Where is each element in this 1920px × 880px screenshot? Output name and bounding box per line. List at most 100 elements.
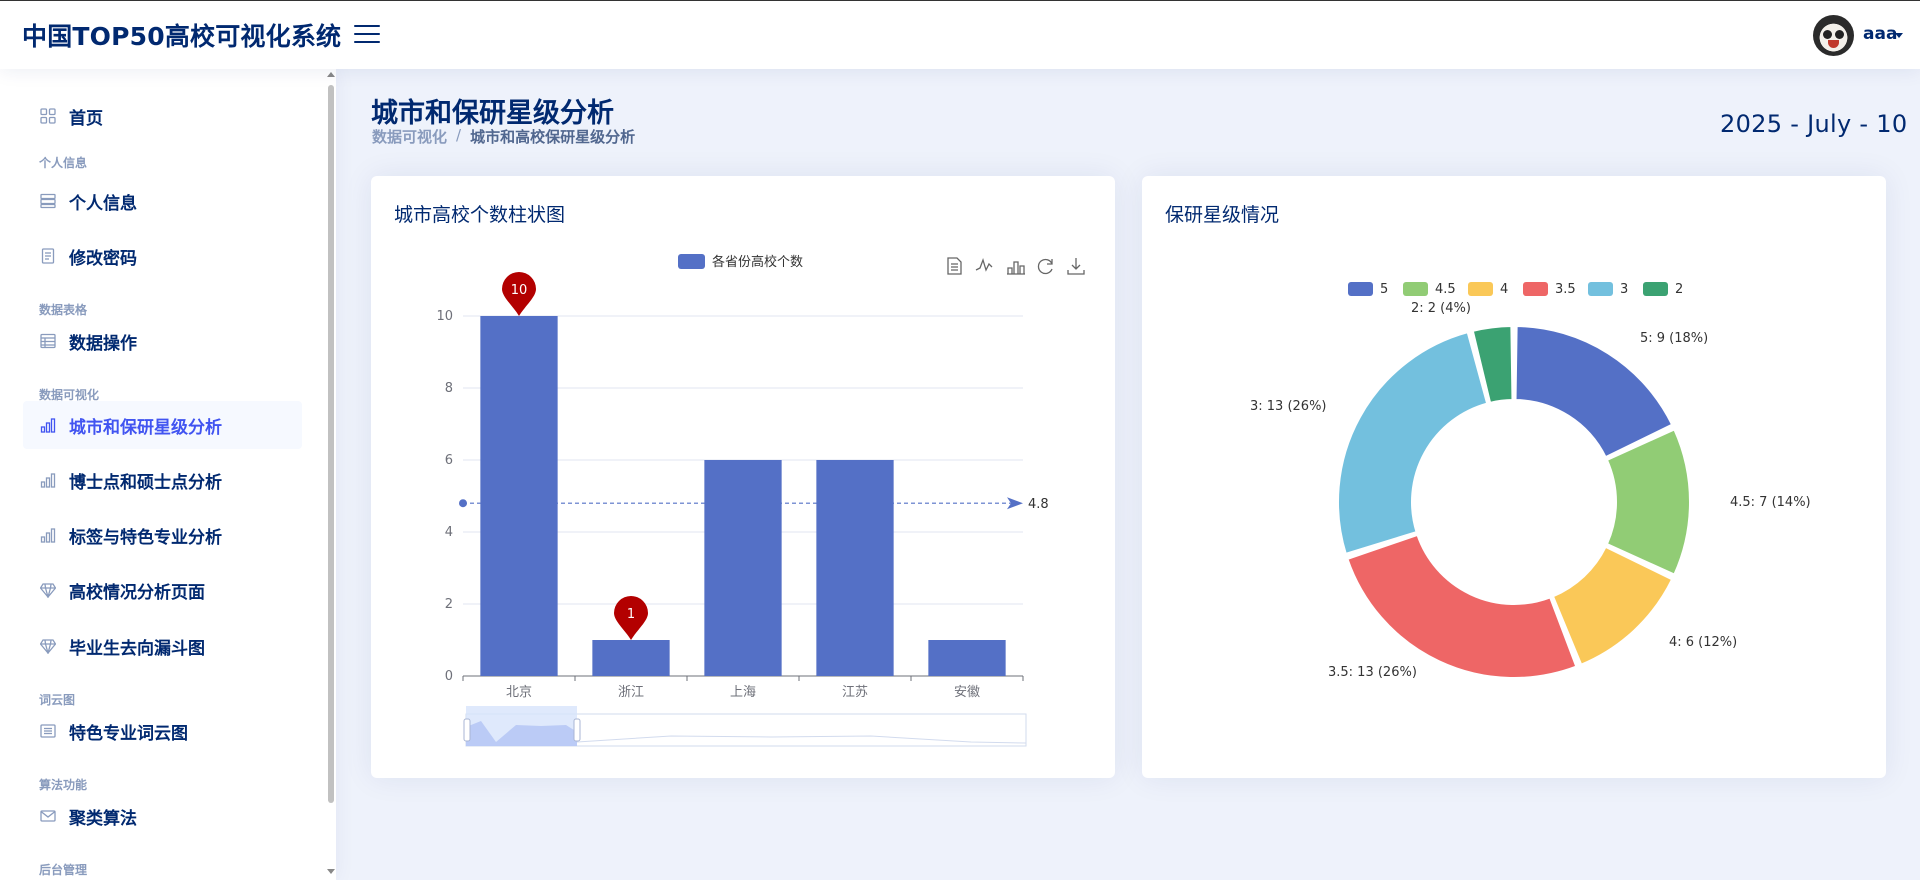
bar[interactable]	[928, 640, 1006, 676]
current-date: 2025 - July - 10	[1720, 110, 1908, 138]
mark-point-label: 1	[627, 607, 635, 622]
sidebar-scrollbar[interactable]	[328, 85, 334, 803]
sidebar-item-label: 毕业生去向漏斗图	[69, 638, 205, 659]
legend-label[interactable]: 2	[1675, 282, 1683, 297]
legend-label[interactable]: 3	[1620, 282, 1628, 297]
legend-swatch[interactable]	[1403, 282, 1428, 296]
bar[interactable]	[480, 316, 558, 676]
server-icon	[39, 192, 57, 210]
legend-swatch[interactable]	[1348, 282, 1373, 296]
y-tick-label: 4	[445, 525, 453, 540]
breadcrumb-link[interactable]: 数据可视化	[372, 126, 447, 147]
x-tick-label: 上海	[730, 685, 756, 700]
x-tick-label: 安徽	[954, 685, 980, 700]
bar-chart-card: 城市高校个数柱状图 各省份高校个数 0 2 4 6 8 10 北京 浙江 上海 江苏 安徽 4.8 10 1	[371, 176, 1115, 778]
legend-label[interactable]: 各省份高校个数	[712, 254, 803, 270]
slice-label: 3: 13 (26%)	[1250, 399, 1327, 414]
data-zoom-handle-left[interactable]	[463, 718, 471, 742]
line-icon[interactable]	[975, 257, 993, 272]
nav-heading: 算法功能	[39, 778, 88, 792]
data-view-icon[interactable]	[947, 257, 962, 275]
sidebar-item-label: 城市和保研星级分析	[69, 417, 222, 438]
pie-chart: 5 4.5 4 3.5 3 2 5: 9 (18%) 4.5: 7 (14%) 4: 6 (12…	[1250, 282, 1811, 680]
nav-heading: 后台管理	[39, 863, 88, 877]
sidebar-item[interactable]: 聚类算法	[23, 792, 302, 840]
nav-heading: 词云图	[39, 693, 76, 707]
sidebar-item[interactable]: 修改密码	[23, 232, 302, 280]
slice-label: 3.5: 13 (26%)	[1328, 665, 1417, 680]
mark-point-label: 10	[511, 283, 528, 298]
breadcrumb-separator: /	[456, 126, 462, 144]
breadcrumb-current: 城市和高校保研星级分析	[470, 128, 636, 146]
x-tick-label: 北京	[506, 685, 532, 700]
sidebar-item-label: 标签与特色专业分析	[69, 527, 222, 548]
sidebar-item-label: 修改密码	[69, 248, 137, 269]
sidebar-item[interactable]: 高校情况分析页面	[23, 566, 302, 614]
app-logo-title[interactable]: 中国TOP50高校可视化系统	[22, 17, 341, 53]
user-name[interactable]: aaa	[1863, 24, 1897, 44]
y-tick-label: 0	[445, 669, 453, 684]
legend-swatch[interactable]	[1643, 282, 1668, 296]
legend-swatch[interactable]	[1468, 282, 1493, 296]
envelope-icon	[39, 807, 57, 825]
data-zoom-handle-right[interactable]	[573, 718, 581, 742]
sidebar-item-label: 首页	[69, 108, 103, 129]
sidebar-item-label: 聚类算法	[69, 808, 137, 829]
breadcrumb: 数据可视化 / 城市和高校保研星级分析	[372, 126, 635, 147]
scroll-down-arrow-icon[interactable]	[327, 869, 335, 874]
slice-label: 4.5: 7 (14%)	[1730, 495, 1811, 510]
bar-chart-icon	[39, 526, 57, 544]
sidebar-item-label: 个人信息	[69, 193, 137, 214]
table-icon	[39, 332, 57, 350]
sidebar-item[interactable]: 毕业生去向漏斗图	[23, 622, 302, 670]
sidebar-item[interactable]: 首页	[23, 92, 302, 140]
y-tick-label: 2	[445, 597, 453, 612]
bar[interactable]	[816, 460, 894, 676]
caret-down-icon[interactable]	[1895, 33, 1903, 38]
list-icon	[39, 722, 57, 740]
gem-icon	[39, 581, 57, 599]
pie-chart-card: 保研星级情况 5 4.5 4 3.5 3 2 5: 9 (18%) 4.5: 7 (14%) 4…	[1142, 176, 1886, 778]
x-tick-label: 浙江	[618, 685, 644, 700]
bar[interactable]	[704, 460, 782, 676]
document-icon	[39, 247, 57, 265]
y-tick-label: 8	[445, 381, 453, 396]
sidebar-item[interactable]: 数据操作	[23, 317, 302, 365]
slice-label: 2: 2 (4%)	[1411, 301, 1471, 316]
grid-icon	[39, 107, 57, 125]
bar-chart-icon	[39, 416, 57, 434]
bar[interactable]	[592, 640, 670, 676]
x-tick-label: 江苏	[842, 684, 868, 700]
slice-label: 4: 6 (12%)	[1669, 635, 1737, 650]
scroll-up-arrow-icon[interactable]	[327, 72, 335, 77]
legend-label[interactable]: 3.5	[1555, 282, 1576, 297]
sidebar-item[interactable]: 标签与特色专业分析	[23, 511, 302, 559]
bar-chart: 各省份高校个数 0 2 4 6 8 10 北京 浙江 上海 江苏 安徽 4.8 10 1	[436, 254, 1085, 747]
pie-slice[interactable]	[1337, 331, 1489, 555]
legend-swatch[interactable]	[678, 254, 705, 269]
page-title: 城市和保研星级分析	[371, 98, 614, 129]
legend-swatch[interactable]	[1588, 282, 1613, 296]
legend-swatch[interactable]	[1523, 282, 1548, 296]
gem-icon	[39, 637, 57, 655]
slice-label: 5: 9 (18%)	[1640, 331, 1708, 346]
sidebar-item[interactable]: 博士点和硕士点分析	[23, 456, 302, 504]
sidebar-item[interactable]: 特色专业词云图	[23, 707, 302, 755]
sidebar-item-label: 数据操作	[69, 333, 137, 354]
user-avatar[interactable]	[1813, 15, 1854, 56]
nav-heading: 个人信息	[39, 156, 88, 170]
pie-slice[interactable]	[1346, 533, 1578, 679]
legend-label[interactable]: 5	[1380, 282, 1388, 297]
data-zoom-preview	[576, 735, 1027, 744]
bar-chart-icon	[39, 471, 57, 489]
average-line-start	[459, 499, 467, 508]
menu-toggle-icon[interactable]	[354, 23, 380, 45]
sidebar-item[interactable]: 城市和保研星级分析	[23, 401, 302, 449]
sidebar-item-label: 特色专业词云图	[69, 723, 188, 744]
bar-icon[interactable]	[1007, 261, 1025, 275]
restore-icon[interactable]	[1037, 258, 1053, 275]
download-icon[interactable]	[1067, 258, 1085, 275]
sidebar-item[interactable]: 个人信息	[23, 177, 302, 225]
legend-label[interactable]: 4	[1500, 282, 1508, 297]
legend-label[interactable]: 4.5	[1435, 282, 1456, 297]
